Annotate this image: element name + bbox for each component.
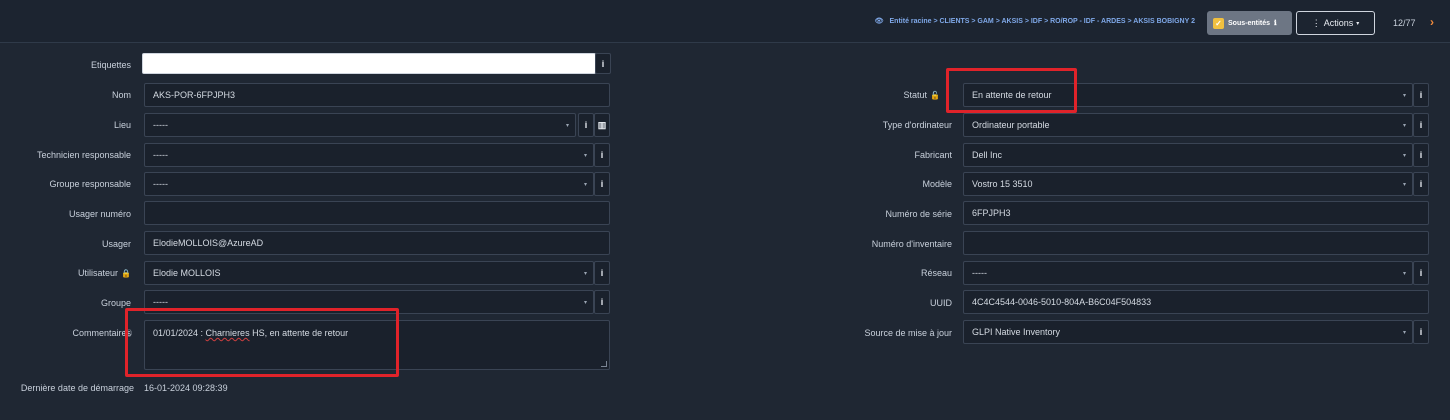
chevron-down-icon: ▾ — [583, 300, 587, 306]
utilisateur-value: Elodie MOLLOIS — [153, 268, 221, 278]
technicien-value: ----- — [153, 150, 168, 160]
chevron-down-icon: ▾ — [1402, 123, 1406, 129]
lock-icon: 🔒 — [121, 269, 131, 278]
label-modele: Modèle — [922, 179, 952, 189]
next-arrow-icon[interactable]: › — [1430, 15, 1434, 29]
label-fabricant: Fabricant — [914, 150, 952, 160]
chevron-down-icon: ▾ — [1402, 271, 1406, 277]
label-numero-serie: Numéro de série — [885, 209, 952, 219]
chevron-down-icon: ▾ — [1402, 153, 1406, 159]
chevron-down-icon: ▾ — [583, 182, 587, 188]
info-icon[interactable]: i — [594, 143, 610, 167]
pager-count: 12/77 — [1393, 18, 1416, 28]
info-icon[interactable]: i — [594, 290, 610, 314]
type-select[interactable]: Ordinateur portable ▾ — [963, 113, 1413, 137]
modele-select[interactable]: Vostro 15 3510 ▾ — [963, 172, 1413, 196]
chevron-down-icon: ▾ — [1402, 330, 1406, 336]
usager-input[interactable]: ElodieMOLLOIS@AzureAD — [144, 231, 610, 255]
info-icon[interactable]: i — [594, 261, 610, 285]
groupe-resp-select[interactable]: ----- ▾ — [144, 172, 594, 196]
lieu-select[interactable]: ----- ▾ — [144, 113, 576, 137]
info-icon[interactable]: i — [1413, 113, 1429, 137]
reseau-value: ----- — [972, 268, 987, 278]
resize-handle-icon[interactable] — [601, 361, 607, 367]
derniere-date-value: 16-01-2024 09:28:39 — [144, 383, 228, 393]
label-commentaires: Commentaires — [72, 328, 131, 338]
usager-numero-input[interactable] — [144, 201, 610, 225]
map-icon[interactable]: ▥ — [594, 113, 610, 137]
label-etiquettes: Etiquettes — [90, 60, 131, 70]
chevron-down-icon: ▾ — [583, 271, 587, 277]
nom-input[interactable]: AKS-POR-6FPJPH3 — [144, 83, 610, 107]
chevron-down-icon: ▾ — [1402, 93, 1406, 99]
label-nom: Nom — [111, 90, 131, 100]
info-icon[interactable]: i — [594, 172, 610, 196]
top-bar: 👁 Entité racine > CLIENTS > GAM > AKSIS >… — [0, 0, 1450, 43]
breadcrumb[interactable]: 👁 Entité racine > CLIENTS > GAM > AKSIS >… — [875, 17, 1195, 25]
source-select[interactable]: GLPI Native Inventory ▾ — [963, 320, 1413, 344]
uuid-input[interactable]: 4C4C4544-0046-5010-804A-B6C04F504833 — [963, 290, 1429, 314]
modele-value: Vostro 15 3510 — [972, 179, 1033, 189]
utilisateur-select[interactable]: Elodie MOLLOIS ▾ — [144, 261, 594, 285]
label-usager-numero: Usager numéro — [68, 209, 131, 219]
kebab-icon: ⋮ — [1311, 17, 1321, 28]
chevron-down-icon: ▾ — [1356, 20, 1360, 27]
fabricant-value: Dell Inc — [972, 150, 1003, 160]
chevron-down-icon: ▾ — [565, 123, 569, 129]
label-statut-text: Statut — [903, 90, 928, 100]
sub-entities-button[interactable]: ✓ Sous-entités ℹ — [1207, 11, 1292, 35]
chevron-down-icon: ▾ — [1402, 182, 1406, 188]
highlight-box-commentaires — [125, 308, 399, 377]
label-uuid: UUID — [930, 298, 952, 308]
type-value: Ordinateur portable — [972, 120, 1050, 130]
label-usager: Usager — [101, 239, 131, 249]
label-reseau: Réseau — [920, 268, 952, 278]
highlight-box-statut — [946, 68, 1077, 113]
label-utilisateur: Utilisateur 🔒 — [78, 268, 131, 278]
label-source: Source de mise à jour — [864, 328, 952, 338]
label-lieu: Lieu — [113, 120, 131, 130]
label-technicien: Technicien responsable — [36, 150, 131, 160]
checkbox-icon: ✓ — [1213, 17, 1224, 29]
groupe-value: ----- — [153, 297, 168, 307]
fabricant-select[interactable]: Dell Inc ▾ — [963, 143, 1413, 167]
groupe-resp-value: ----- — [153, 179, 168, 189]
info-icon[interactable]: i — [578, 113, 594, 137]
info-icon[interactable]: i — [1413, 320, 1429, 344]
label-derniere-date: Dernière date de démarrage — [20, 383, 134, 393]
technicien-select[interactable]: ----- ▾ — [144, 143, 594, 167]
eye-icon: 👁 — [874, 18, 884, 25]
info-icon[interactable]: i — [595, 53, 611, 74]
numero-serie-input[interactable]: 6FPJPH3 — [963, 201, 1429, 225]
label-utilisateur-text: Utilisateur — [78, 268, 119, 278]
info-icon[interactable]: i — [1413, 172, 1429, 196]
info-icon[interactable]: i — [1413, 143, 1429, 167]
source-value: GLPI Native Inventory — [972, 327, 1061, 337]
label-numero-inventaire: Numéro d'inventaire — [871, 239, 952, 249]
info-icon: ℹ — [1274, 20, 1277, 27]
reseau-select[interactable]: ----- ▾ — [963, 261, 1413, 285]
chevron-down-icon: ▾ — [583, 153, 587, 159]
sub-entities-label: Sous-entités — [1228, 19, 1271, 27]
numero-inventaire-input[interactable] — [963, 231, 1429, 255]
actions-button[interactable]: ⋮ Actions ▾ — [1296, 11, 1375, 35]
label-type: Type d'ordinateur — [882, 120, 952, 130]
etiquettes-input[interactable] — [142, 53, 596, 74]
label-groupe: Groupe — [100, 298, 131, 308]
label-groupe-resp: Groupe responsable — [49, 179, 131, 189]
label-statut: Statut 🔓 — [904, 90, 940, 100]
info-icon[interactable]: i — [1413, 83, 1429, 107]
actions-label: Actions — [1323, 18, 1354, 28]
breadcrumb-text[interactable]: Entité racine > CLIENTS > GAM > AKSIS > … — [890, 18, 1195, 25]
lieu-value: ----- — [153, 120, 168, 130]
lock-icon: 🔓 — [930, 91, 940, 100]
info-icon[interactable]: i — [1413, 261, 1429, 285]
